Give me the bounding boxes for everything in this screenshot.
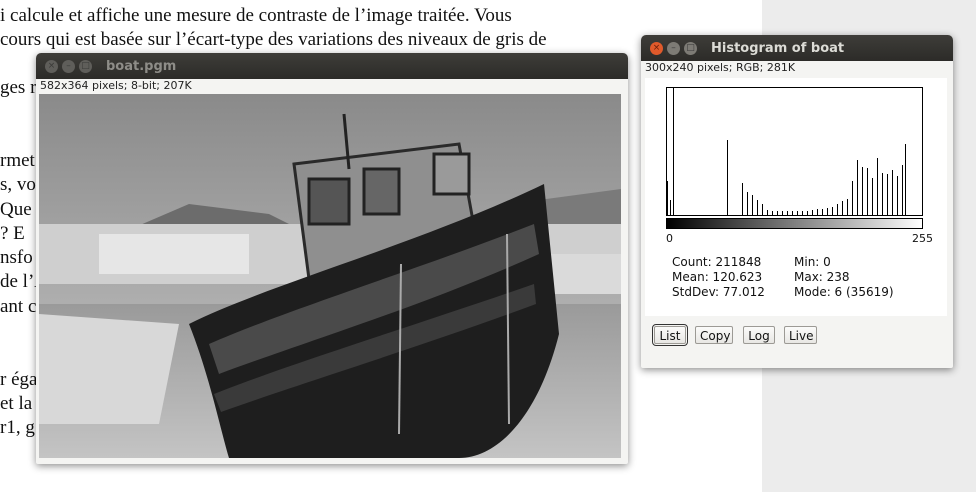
doc-line: ? E (0, 223, 25, 244)
doc-line: r1, g (0, 417, 35, 438)
histogram-window-titlebar[interactable]: × – □ Histogram of boat (641, 35, 953, 61)
stat-count: Count: 211848 (672, 255, 762, 269)
axis-min-label: 0 (666, 232, 673, 245)
stat-mode: Mode: 6 (35619) (794, 285, 894, 299)
close-icon[interactable]: × (650, 41, 663, 55)
stat-max: Max: 238 (794, 270, 850, 284)
minimize-icon[interactable]: – (667, 41, 680, 55)
stat-mean: Mean: 120.623 (672, 270, 763, 284)
cabin-window (362, 167, 401, 216)
close-icon[interactable]: × (45, 59, 58, 73)
histogram-window-title: Histogram of boat (711, 40, 845, 56)
doc-line: r éga (0, 369, 38, 390)
histogram-window[interactable]: × – □ Histogram of boat 300x240 pixels; … (641, 35, 953, 368)
doc-line: ant c (0, 296, 37, 317)
axis-max-label: 255 (912, 232, 933, 245)
maximize-icon[interactable]: □ (79, 59, 92, 73)
copy-button[interactable]: Copy (695, 326, 733, 344)
harbour-buildings (99, 234, 249, 274)
doc-line: rmet (0, 150, 35, 171)
stats-right: Min: 0 Max: 238 Mode: 6 (35619) (794, 255, 894, 300)
doc-line: i calcule et affiche une mesure de contr… (0, 5, 512, 26)
doc-line: s, vo (0, 174, 36, 195)
doc-line: cours qui est basée sur l’écart-type des… (0, 29, 547, 50)
cabin-window (307, 177, 351, 226)
histogram-plot-area (666, 87, 923, 216)
doc-line: ges r (0, 77, 37, 98)
live-button[interactable]: Live (784, 326, 817, 344)
list-button[interactable]: List (652, 324, 688, 346)
doc-line: et la (0, 393, 33, 414)
cabin-window (432, 152, 471, 196)
maximize-icon[interactable]: □ (684, 41, 697, 55)
log-button[interactable]: Log (743, 326, 775, 344)
histogram-image-info: 300x240 pixels; RGB; 281K (645, 61, 796, 74)
boat-image-info: 582x364 pixels; 8-bit; 207K (40, 79, 192, 92)
boat-image[interactable] (39, 94, 621, 458)
minimize-icon[interactable]: – (62, 59, 75, 73)
boat-image-window[interactable]: × – □ boat.pgm 582x364 pixels; 8-bit; 20… (36, 53, 628, 464)
boat-window-title: boat.pgm (106, 58, 177, 74)
doc-line: nsfo (0, 247, 33, 268)
histogram-panel: 0 255 Count: 211848 Mean: 120.623 StdDev… (645, 78, 947, 316)
doc-line: Que (0, 199, 32, 220)
stats-left: Count: 211848 Mean: 120.623 StdDev: 77.0… (672, 255, 765, 300)
stat-min: Min: 0 (794, 255, 831, 269)
grayscale-lut-bar (666, 218, 923, 229)
boat-window-titlebar[interactable]: × – □ boat.pgm (36, 53, 628, 79)
stat-stddev: StdDev: 77.012 (672, 285, 765, 299)
reflection (39, 314, 179, 424)
